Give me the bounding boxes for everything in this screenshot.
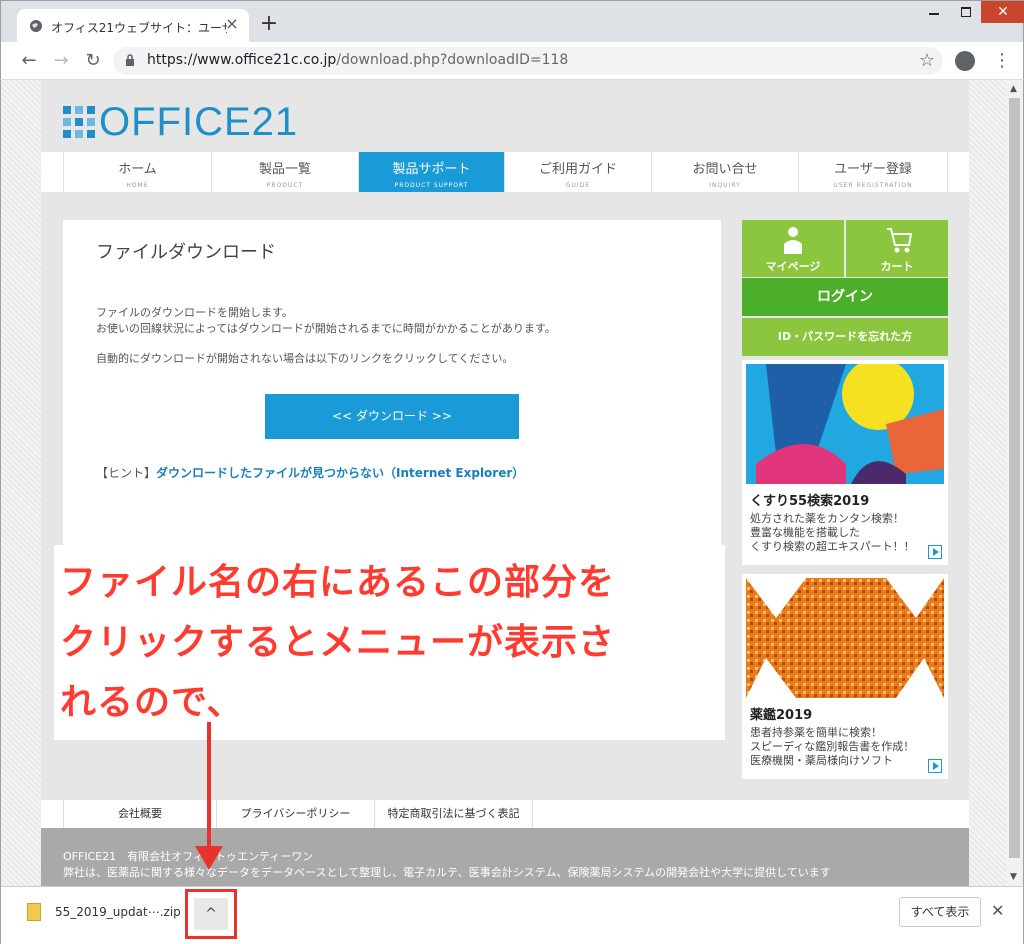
- maximize-button[interactable]: [953, 5, 979, 19]
- play-icon[interactable]: [928, 545, 942, 559]
- cart-button[interactable]: カート: [846, 220, 948, 277]
- callout-line-3: れるので、: [60, 682, 244, 723]
- download-filename[interactable]: 55_2019_updat⋯.zip: [55, 905, 181, 919]
- tab-title: オフィス21ウェブサイト：ユーザーサポ: [51, 21, 227, 35]
- nav-item-guide[interactable]: ご利用ガイド GUIDE: [504, 152, 651, 192]
- menu-kebab-icon[interactable]: ⋮: [993, 50, 1011, 72]
- callout-arrow-shaft: [207, 722, 211, 852]
- footer-nav: 会社概要 プライバシーポリシー 特定商取引法に基づく表記: [41, 800, 969, 828]
- address-bar[interactable]: https://www.office21c.co.jp/download.php…: [113, 47, 943, 75]
- mypage-button[interactable]: マイページ: [742, 220, 844, 277]
- footer-link-privacy[interactable]: プライバシーポリシー: [217, 800, 375, 828]
- hint-text: 【ヒント】ダウンロードしたファイルが見つからない（Internet Explor…: [96, 464, 524, 481]
- nav-item-user-registration[interactable]: ユーザー登録 USER REGISTRATION: [798, 152, 948, 192]
- product-desc: 医療機関・薬局様向けソフト: [750, 754, 893, 767]
- forward-arrow-icon[interactable]: →: [49, 49, 73, 73]
- kusuri55-banner: [746, 364, 944, 484]
- login-button[interactable]: ログイン: [742, 278, 948, 316]
- product-desc: くすり検索の超エキスパート！！: [750, 540, 915, 553]
- product-card-kusuri55[interactable]: くすり55検索2019 処方された薬をカンタン検索！ 豊富な機能を搭載した くす…: [742, 360, 948, 565]
- info-text-2: お使いの回線状況によってはダウンロードが開始されるまでに時間がかかることがありま…: [96, 322, 556, 335]
- nav-label: お問い合せ: [692, 162, 758, 177]
- logo-text: OFFICE21: [99, 100, 299, 144]
- nav-sublabel: GUIDE: [565, 182, 591, 189]
- nav-item-product-support[interactable]: 製品サポート PRODUCT SUPPORT: [358, 152, 504, 192]
- nav-item-inquiry[interactable]: お問い合せ INQUIRY: [651, 152, 798, 192]
- globe-icon: [30, 20, 42, 32]
- site-footer: OFFICE21 有限会社オフィストゥエンティーワン 弊社は、医薬品に関する様々…: [41, 828, 969, 886]
- minimize-button[interactable]: [921, 5, 947, 19]
- callout-line-2: クリックするとメニューが表示さ: [60, 622, 616, 663]
- person-icon: [784, 227, 802, 254]
- hint-prefix: 【ヒント】: [96, 466, 157, 480]
- play-icon[interactable]: [928, 759, 942, 773]
- nav-sublabel: HOME: [126, 182, 149, 189]
- nav-sublabel: USER REGISTRATION: [833, 182, 913, 189]
- zip-file-icon: [27, 903, 41, 921]
- footer-link-tokusho[interactable]: 特定商取引法に基づく表記: [375, 800, 533, 828]
- nav-label: 製品サポート: [392, 162, 471, 177]
- info-text-3: 自動的にダウンロードが開始されない場合は以下のリンクをクリックしてください。: [96, 352, 514, 365]
- tab-close-icon[interactable]: ×: [223, 15, 241, 33]
- hint-link[interactable]: ダウンロードしたファイルが見つからない（Internet Explorer）: [156, 466, 524, 480]
- download-button[interactable]: << ダウンロード >>: [265, 394, 519, 439]
- scroll-down-icon[interactable]: ▼: [1010, 872, 1017, 882]
- highlight-box: ^: [185, 889, 237, 939]
- product-title: くすり55検索2019: [750, 494, 870, 509]
- tab-strip: オフィス21ウェブサイト：ユーザーサポ × + ✕: [0, 0, 1024, 43]
- product-title: 薬鑑2019: [750, 708, 813, 723]
- callout-arrow-head-icon: [195, 846, 223, 870]
- lock-icon: [126, 54, 134, 66]
- nav-sublabel: INQUIRY: [709, 182, 741, 189]
- download-menu-chevron-icon[interactable]: ^: [194, 898, 228, 930]
- nav-sublabel: PRODUCT SUPPORT: [394, 182, 469, 189]
- window-close-button[interactable]: ✕: [981, 1, 1024, 23]
- url-text: https://www.office21c.co.jp/download.php…: [147, 52, 568, 68]
- mypage-label: マイページ: [765, 260, 821, 273]
- nav-label: 製品一覧: [258, 162, 311, 177]
- instruction-callout: ファイル名の右にあるこの部分を クリックするとメニューが表示さ れるので、: [54, 545, 725, 740]
- nav-label: ホーム: [118, 162, 157, 177]
- page-viewport: OFFICE21 ホーム HOME 製品一覧 PRODUCT 製品サポート PRODU…: [0, 80, 1024, 886]
- footer-description: 弊社は、医薬品に関する様々なデータをデータベースとして整理し、電子カルテ、医事会…: [63, 866, 831, 879]
- bookmark-star-icon[interactable]: ☆: [919, 50, 935, 71]
- browser-tab[interactable]: オフィス21ウェブサイト：ユーザーサポ ×: [17, 9, 249, 43]
- logo-mark-icon: [63, 106, 95, 138]
- footer-link-company[interactable]: 会社概要: [63, 800, 217, 828]
- show-all-button[interactable]: すべて表示: [899, 897, 981, 927]
- info-text-1: ファイルのダウンロードを開始します。: [96, 306, 293, 319]
- vertical-scrollbar[interactable]: ▲ ▼: [1006, 80, 1023, 886]
- download-shelf-close-icon[interactable]: ✕: [991, 901, 1004, 920]
- scroll-up-icon[interactable]: ▲: [1010, 84, 1017, 94]
- nav-item-product[interactable]: 製品一覧 PRODUCT: [211, 152, 358, 192]
- reload-icon[interactable]: ↻: [81, 49, 105, 73]
- yakukan-banner: [746, 578, 944, 698]
- callout-line-1: ファイル名の右にあるこの部分を: [60, 562, 616, 603]
- site-container: OFFICE21 ホーム HOME 製品一覧 PRODUCT 製品サポート PRODU…: [41, 80, 969, 886]
- nav-label: ユーザー登録: [834, 162, 912, 177]
- browser-toolbar: ← → ↻ https://www.office21c.co.jp/downlo…: [0, 42, 1024, 80]
- url-path: /download.php?downloadID=118: [336, 52, 569, 68]
- url-host: https://www.office21c.co.jp: [147, 52, 337, 68]
- global-nav: ホーム HOME 製品一覧 PRODUCT 製品サポート PRODUCT SUPPOR…: [41, 152, 969, 192]
- scroll-thumb[interactable]: [1009, 98, 1020, 858]
- back-arrow-icon[interactable]: ←: [17, 49, 41, 73]
- forgot-password-button[interactable]: ID・パスワードを忘れた方: [742, 318, 948, 356]
- nav-label: ご利用ガイド: [538, 162, 617, 177]
- nav-sublabel: PRODUCT: [266, 182, 304, 189]
- product-card-yakukan[interactable]: 薬鑑2019 患者持参薬を簡単に検索！ スピーディな鑑別報告書を作成！ 医療機関…: [742, 574, 948, 779]
- page-title: ファイルダウンロード: [96, 242, 276, 263]
- download-shelf: 55_2019_updat⋯.zip ^ すべて表示 ✕: [0, 886, 1024, 944]
- cart-icon: [887, 228, 912, 253]
- account-icon[interactable]: [955, 51, 975, 71]
- footer-company: OFFICE21 有限会社オフィストゥエンティーワン: [63, 850, 314, 863]
- cart-label: カート: [880, 260, 914, 273]
- new-tab-button[interactable]: +: [257, 13, 281, 37]
- nav-item-home[interactable]: ホーム HOME: [63, 152, 211, 192]
